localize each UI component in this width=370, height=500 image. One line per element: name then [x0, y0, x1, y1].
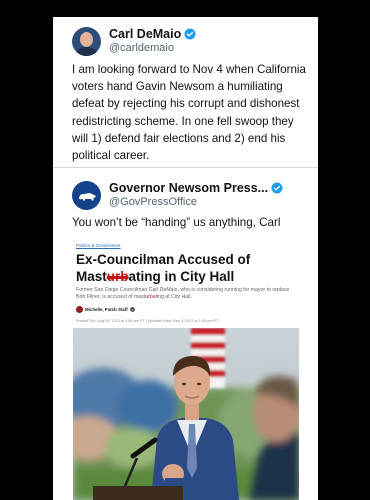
verified-badge-icon: [129, 307, 135, 312]
tweet1-author-name-text: Carl DeMaio: [109, 27, 182, 41]
article-headline: Ex-Councilman Accused of Masturbating in…: [76, 251, 300, 285]
avatar[interactable]: [72, 181, 101, 210]
article-photo: [73, 328, 299, 500]
verified-badge-icon: [184, 28, 196, 40]
avatar[interactable]: [72, 27, 101, 56]
bear-logo-icon: [78, 192, 96, 200]
tweet1-handle[interactable]: @carldemaio: [109, 42, 174, 54]
dek-censored-part: urb: [145, 294, 153, 301]
headline-part: ating in City Hall: [128, 269, 235, 284]
tweet2-handle[interactable]: @GovPressOffice: [109, 196, 197, 208]
dek-part: ating at City Hall.: [152, 294, 192, 301]
tweet2-text: You won’t be “handing” us anything, Carl: [72, 216, 281, 229]
tweet1-author-name[interactable]: Carl DeMaio: [109, 27, 196, 41]
article-category-link[interactable]: Politics & Government: [76, 243, 121, 248]
article-screenshot[interactable]: Politics & Government Ex-Councilman Accu…: [73, 239, 299, 500]
article-dek: Former San Diego Councilman Carl DeMaio,…: [76, 287, 298, 302]
tweet1-text: I am looking forward to Nov 4 when Calif…: [72, 63, 306, 163]
tweet2-author-name-text: Governor Newsom Press...: [109, 181, 269, 195]
author-avatar: [76, 306, 83, 313]
author-name: Michelle, Patch Staff: [85, 307, 128, 312]
divider: [53, 167, 318, 168]
article-posted-date: Posted Thu, Aug 29, 2013 at 1:56 am PT |…: [76, 319, 219, 323]
verified-badge-icon: [271, 182, 283, 194]
article-byline[interactable]: Michelle, Patch Staff: [76, 306, 135, 313]
screenshot-card: Carl DeMaio @carldemaio I am looking for…: [53, 17, 318, 500]
headline-censored-part: urb: [106, 269, 129, 284]
tweet2-author-name[interactable]: Governor Newsom Press...: [109, 181, 283, 195]
